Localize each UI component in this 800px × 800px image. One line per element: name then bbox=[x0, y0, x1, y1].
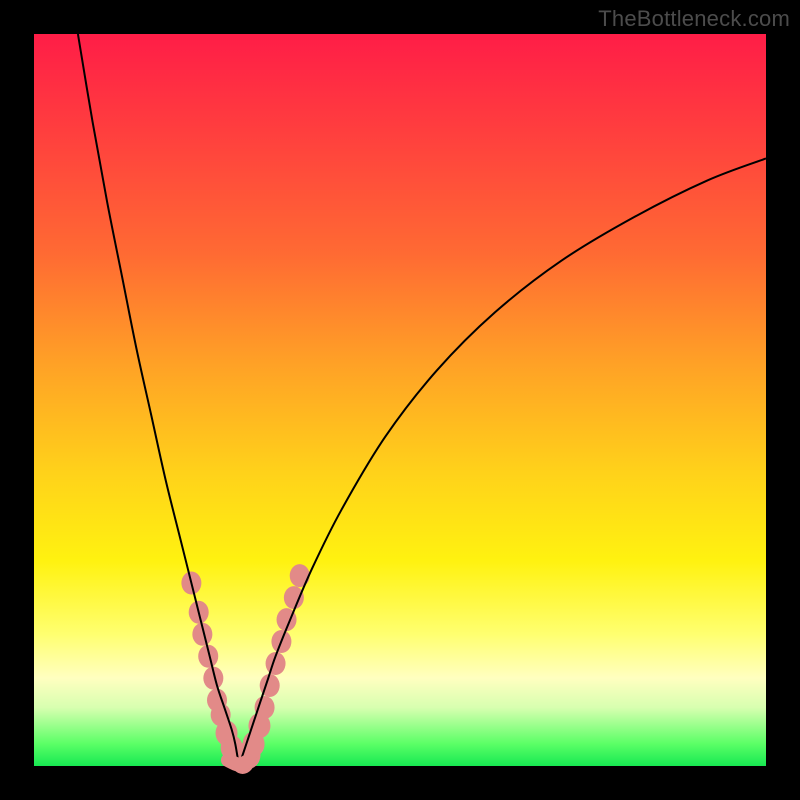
chart-frame: TheBottleneck.com bbox=[0, 0, 800, 800]
chart-svg bbox=[34, 34, 766, 766]
watermark-text: TheBottleneck.com bbox=[598, 6, 790, 32]
valley-flat bbox=[228, 760, 250, 764]
data-marker bbox=[290, 564, 310, 587]
right-curve bbox=[239, 158, 766, 766]
data-marker bbox=[284, 586, 304, 609]
data-markers bbox=[181, 564, 309, 774]
